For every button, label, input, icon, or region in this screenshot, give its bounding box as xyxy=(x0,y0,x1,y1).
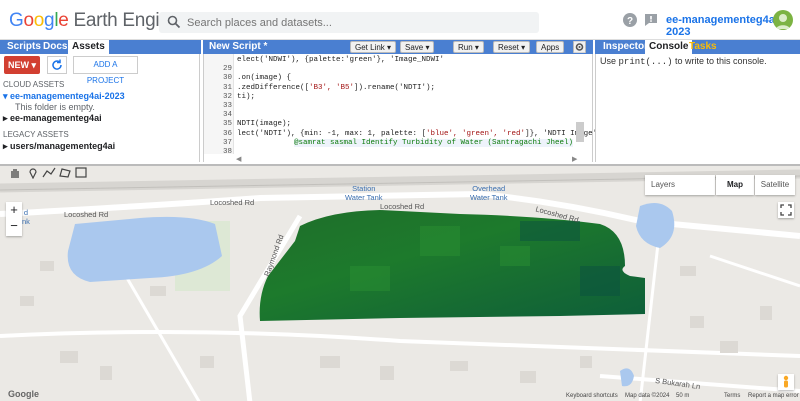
code-token: .on(image) { xyxy=(237,74,292,83)
top-header: GoogleEarth Engine ? ee-managementeg4ai-… xyxy=(0,0,800,40)
scale-bar[interactable]: 50 m xyxy=(676,393,689,399)
pan-hand-icon[interactable] xyxy=(8,166,22,179)
get-link-button[interactable]: Get Link ▾ xyxy=(350,41,397,53)
terms-link[interactable]: Terms xyxy=(724,393,740,399)
editor-scrollbar[interactable] xyxy=(576,122,584,142)
left-tab-bar: Scripts Docs Assets xyxy=(0,40,201,54)
right-tab-bar: Inspector Console Tasks xyxy=(595,40,800,54)
code-token: 'blue', 'green', 'red' xyxy=(426,129,526,138)
code-token: ]).rename('NDTI'); xyxy=(354,83,436,92)
code-token: ti); xyxy=(237,92,256,101)
cloud-assets-heading: CLOUD ASSETS xyxy=(3,80,65,89)
code-token: .zedDifference([ xyxy=(237,83,310,92)
code-editor[interactable]: elect('NDWI'), {palette:'green'}, 'Image… xyxy=(203,54,606,163)
keyboard-shortcuts-link[interactable]: Keyboard shortcuts xyxy=(566,393,618,399)
station-label: Station Water Tank xyxy=(345,184,383,202)
code-token: lect('NDTI'), {min: -1, max: 1, palette:… xyxy=(237,129,427,138)
fullscreen-icon xyxy=(780,204,792,216)
fullscreen-button[interactable] xyxy=(778,202,794,218)
code-line: .on(image) { xyxy=(237,74,291,82)
line-number: 36 xyxy=(222,129,232,138)
zoom-control: + − xyxy=(6,202,22,236)
add-project-button[interactable]: ADD A PROJECT xyxy=(73,56,138,85)
rectangle-draw-icon[interactable] xyxy=(74,166,88,179)
tab-assets[interactable]: Assets xyxy=(68,40,109,54)
map-data-credit: Map data ©2024 xyxy=(625,393,670,399)
help-icon[interactable]: ? xyxy=(622,12,638,28)
overhead-label: Overhead Water Tank xyxy=(470,184,508,202)
code-line: .zedDifference(['B3', 'B5']).rename('NDT… xyxy=(237,84,435,92)
line-number: 31 xyxy=(222,83,232,92)
line-number: 29 xyxy=(222,65,232,74)
road-label: Locoshed Rd xyxy=(380,202,425,211)
code-line: NDTI(image); xyxy=(237,120,291,128)
user-icon xyxy=(776,14,790,29)
new-button[interactable]: NEW ▾ xyxy=(4,56,40,74)
earth-engine-logo[interactable]: Google Earth Engine xyxy=(9,10,180,32)
code-token: elect('NDWI'), {palette:'green'}, 'Image… xyxy=(237,56,445,64)
legacy-assets-heading: LEGACY ASSETS xyxy=(3,130,69,139)
code-line: ti); xyxy=(237,93,255,101)
tab-tasks[interactable]: Tasks xyxy=(685,40,721,54)
scroll-left-arrow[interactable]: ◀ xyxy=(236,155,241,163)
map-type-map-button[interactable]: Map xyxy=(716,175,754,195)
line-number: 33 xyxy=(222,102,232,110)
refresh-icon xyxy=(52,59,62,70)
reset-button[interactable]: Reset ▾ xyxy=(493,41,531,53)
scroll-right-arrow[interactable]: ▶ xyxy=(572,155,577,163)
empty-folder-text: This folder is empty. xyxy=(15,102,95,112)
apps-button[interactable]: Apps xyxy=(536,41,565,53)
line-number: 37 xyxy=(222,138,232,147)
report-map-error-link[interactable]: Report a map error xyxy=(748,393,799,399)
gear-icon[interactable] xyxy=(573,41,586,53)
code-token: ]}, 'NDTI Image'); xyxy=(525,129,607,138)
road-label: Locoshed Rd xyxy=(64,210,109,219)
line-draw-icon[interactable] xyxy=(42,166,56,179)
console-panel: Use print(...) to write to this console. xyxy=(595,54,800,162)
tab-docs[interactable]: Docs xyxy=(39,40,71,54)
road-label: Locoshed Rd xyxy=(210,198,255,207)
polygon-draw-icon[interactable] xyxy=(58,166,72,179)
code-token: 'B3', 'B5' xyxy=(309,83,355,92)
editor-tab-bar: New Script * Get Link ▾ Save ▾ Run ▾ Res… xyxy=(203,40,593,54)
other-project-item[interactable]: ▸ ee-managementeg4ai xyxy=(3,113,102,124)
map-type-satellite-button[interactable]: Satellite xyxy=(755,175,795,195)
cloud-project-item[interactable]: ▾ ee-managementeg4ai-2023 xyxy=(3,91,125,102)
assets-panel: NEW ▾ ADD A PROJECT CLOUD ASSETS ▾ ee-ma… xyxy=(0,54,200,162)
console-hint: Use print(...) to write to this console. xyxy=(600,56,767,67)
line-number: 35 xyxy=(222,120,232,129)
svg-text:?: ? xyxy=(627,16,633,27)
line-number: 38 xyxy=(222,148,232,156)
search-input[interactable] xyxy=(187,14,527,31)
pegman-icon xyxy=(783,375,789,388)
pegman-button[interactable] xyxy=(778,374,794,390)
line-number: 34 xyxy=(222,111,232,120)
script-title[interactable]: New Script * xyxy=(205,40,271,54)
google-map-logo: Google xyxy=(8,389,39,399)
avatar[interactable] xyxy=(773,10,793,30)
feedback-icon[interactable] xyxy=(643,12,659,28)
code-comment: @samrat sasmal Identify Turbidity of Wat… xyxy=(294,138,574,147)
code-line: elect('NDWI'), {palette:'green'}, 'Image… xyxy=(237,56,444,64)
map-view[interactable]: + − Layers Map Satellite Locoshed Rd Loc… xyxy=(0,164,800,401)
zoom-out-button[interactable]: − xyxy=(6,218,22,234)
marker-icon[interactable] xyxy=(26,166,40,179)
search-box xyxy=(159,12,539,33)
layers-button[interactable]: Layers xyxy=(645,175,715,195)
search-icon xyxy=(167,15,181,29)
code-line: lect('NDTI'), {min: -1, max: 1, palette:… xyxy=(237,130,606,138)
run-button[interactable]: Run ▾ xyxy=(453,41,484,53)
line-number: 32 xyxy=(222,92,232,101)
left-place-label: d nk xyxy=(22,208,30,226)
line-number: 30 xyxy=(222,74,232,83)
legacy-user-item[interactable]: ▸ users/managementeg4ai xyxy=(3,141,115,152)
code-token: NDTI(image); xyxy=(237,120,292,129)
refresh-button[interactable] xyxy=(47,56,67,74)
save-button[interactable]: Save ▾ xyxy=(400,41,435,53)
zoom-in-button[interactable]: + xyxy=(6,202,22,218)
code-line: @samrat sasmal Identify Turbidity of Wat… xyxy=(294,138,574,147)
